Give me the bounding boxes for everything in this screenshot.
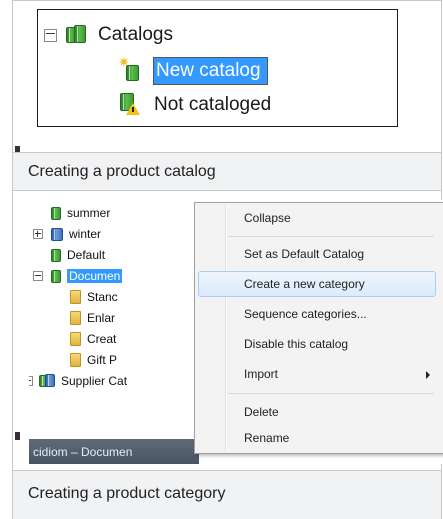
warning-icon [120,93,142,117]
menu-item-label: Delete [244,405,279,419]
tree-row-not-cataloged[interactable]: Not cataloged [120,93,271,117]
tree-row-category[interactable]: Creat [70,329,116,349]
supplier-catalogs-icon [39,374,55,388]
menu-item-create-category[interactable]: Create a new category [198,271,436,297]
menu-item-rename[interactable]: Rename [198,425,436,451]
catalogs-label: Catalogs [98,24,173,45]
tree-label: Documen [67,269,123,283]
figure-table: Catalogs ✷ New catalog Not cataloged Cre… [12,0,443,519]
tree-label: Stanc [87,290,118,304]
menu-item-sequence-categories[interactable]: Sequence categories... [198,301,436,327]
tree-row-category[interactable]: Enlar [70,308,115,328]
tree-row-default[interactable]: Default [51,245,105,265]
menu-item-label: Sequence categories... [244,307,367,321]
tree-label: Gift P [87,353,118,367]
tree-label: Supplier Cat [61,374,128,388]
tree-row-supplier-catalogs[interactable]: Supplier Cat [29,371,127,391]
menu-item-disable-catalog[interactable]: Disable this catalog [198,331,436,357]
context-menu-screenshot: summer winter Default Documen Stanc Enla… [29,200,443,464]
tree-row-winter[interactable]: winter [33,224,101,244]
menu-item-label: Rename [244,431,290,445]
expand-icon[interactable] [33,229,43,239]
not-cataloged-label: Not cataloged [154,94,272,115]
menu-item-label: Import [244,367,279,381]
tree-label: Default [67,248,106,262]
catalog-tree-screenshot: Catalogs ✷ New catalog Not cataloged [37,9,398,127]
caption-product-catalog: Creating a product catalog [28,163,216,180]
caption-cell-1: Creating a product catalog [13,153,441,190]
new-catalog-name-input[interactable]: New catalog [153,57,268,85]
menu-item-set-default-catalog[interactable]: Set as Default Catalog [198,241,436,267]
menu-item-delete[interactable]: Delete [198,399,436,425]
catalog-icon [51,206,61,220]
catalogs-icon [66,25,88,45]
tree-label: Creat [87,332,117,346]
new-catalog-icon: ✷ [118,55,142,82]
menu-item-collapse[interactable]: Collapse [198,205,436,231]
menu-item-import[interactable]: Import [198,361,436,387]
tree-row-new-catalog[interactable]: ✷ New catalog [118,55,268,85]
catalog-icon [51,269,61,283]
tree-label: summer [67,206,111,220]
tree-row-catalogs[interactable]: Catalogs [44,24,173,46]
submenu-arrow-icon [426,371,430,379]
table-divider [12,190,442,191]
table-border-left [12,0,13,519]
menu-item-label: Collapse [244,211,291,225]
tree-row-summer[interactable]: summer [51,203,110,223]
tree-row-documents[interactable]: Documen [33,266,123,286]
status-bar: cidiom – Documen [29,439,199,464]
status-bar-text: cidiom – Documen [33,445,133,459]
folder-icon [70,332,81,346]
catalog-icon [51,248,61,262]
folder-icon [70,290,81,304]
menu-item-label: Set as Default Catalog [244,247,365,261]
catalog-icon [51,227,63,241]
menu-item-label: Disable this catalog [244,337,349,351]
tree-label: Enlar [87,311,116,325]
menu-separator [228,236,434,237]
table-border-top [12,0,442,1]
menu-separator [228,393,434,394]
caption-product-category: Creating a product category [28,485,226,502]
collapse-icon[interactable] [33,271,43,281]
context-menu: Collapse Set as Default Catalog Create a… [194,202,443,454]
folder-icon [70,311,81,325]
tree-row-category[interactable]: Gift P [70,350,117,370]
menu-item-label: Create a new category [244,277,365,291]
caption-cell-2: Creating a product category [13,471,441,519]
tree-label: winter [69,227,102,241]
expand-icon[interactable] [29,376,33,386]
edge-marker [15,432,20,440]
tree-row-category[interactable]: Stanc [70,287,118,307]
collapse-icon[interactable] [44,28,57,42]
folder-icon [70,353,81,367]
